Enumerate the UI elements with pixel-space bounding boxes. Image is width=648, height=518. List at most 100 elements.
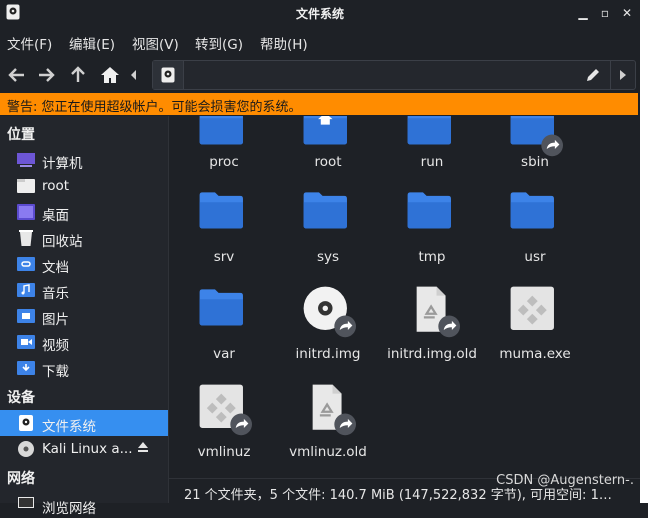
sidebar-item-browse-network[interactable]: 浏览网络 bbox=[0, 492, 168, 518]
desktop-edge bbox=[640, 0, 648, 503]
executable-link-icon bbox=[196, 381, 252, 437]
file-link-icon bbox=[404, 283, 460, 339]
folder-link-icon bbox=[507, 116, 563, 158]
drive-icon bbox=[161, 67, 175, 83]
file-item[interactable]: vmlinuz.old bbox=[276, 381, 380, 473]
file-item[interactable]: proc bbox=[172, 116, 276, 194]
file-item[interactable]: muma.exe bbox=[483, 283, 587, 375]
root-warning-banner: 警告: 您正在使用超级帐户。可能会损害您的系统。 bbox=[0, 93, 638, 115]
devices-header: 设备 bbox=[7, 390, 35, 406]
menu-edit[interactable]: 编辑(E) bbox=[69, 33, 115, 53]
menu-bar: 文件(F) 编辑(E) 视图(V) 转到(G) 帮助(H) bbox=[0, 28, 640, 54]
home-folder-icon bbox=[17, 179, 35, 193]
edit-pencil-icon[interactable] bbox=[585, 67, 601, 83]
desktop-icon bbox=[17, 204, 35, 220]
file-item[interactable]: tmp bbox=[380, 186, 484, 278]
home-folder-icon bbox=[300, 116, 356, 158]
drive-icon bbox=[19, 415, 33, 431]
folder-icon bbox=[196, 116, 252, 158]
maximize-icon[interactable]: ▫ bbox=[596, 4, 614, 22]
folder-icon bbox=[404, 186, 460, 242]
sidebar-item-filesystem[interactable]: 文件系统 bbox=[0, 410, 168, 436]
folder-icon bbox=[404, 116, 460, 158]
sidebar-item-desktop[interactable]: 桌面 bbox=[0, 199, 168, 225]
location-bar[interactable] bbox=[152, 60, 636, 90]
folder-icon bbox=[196, 283, 252, 339]
sidebar-item-videos[interactable]: 视频 bbox=[0, 329, 168, 355]
sidebar-item-label: 回收站 bbox=[42, 234, 83, 250]
file-link-icon bbox=[300, 381, 356, 437]
music-icon bbox=[17, 283, 35, 297]
file-name: usr bbox=[524, 249, 546, 265]
file-grid: proc root run sbin srv sys tmp usr var initrd.img… bbox=[169, 116, 640, 478]
sidebar-item-pictures[interactable]: 图片 bbox=[0, 303, 168, 329]
file-item[interactable]: usr bbox=[483, 186, 587, 278]
menu-go[interactable]: 转到(G) bbox=[195, 33, 243, 53]
sidebar-item-label: 图片 bbox=[42, 312, 69, 328]
file-name: sbin bbox=[521, 154, 549, 170]
file-item[interactable]: run bbox=[380, 116, 484, 194]
title-bar: 文件系统 ▁ ▫ ✕ bbox=[0, 0, 640, 26]
file-item[interactable]: var bbox=[172, 283, 276, 375]
forward-arrow-icon[interactable] bbox=[36, 65, 56, 85]
sidebar-item-documents[interactable]: 文档 bbox=[0, 251, 168, 277]
file-item[interactable]: sys bbox=[276, 186, 380, 278]
back-arrow-icon[interactable] bbox=[7, 65, 27, 85]
sidebar-item-trash[interactable]: 回收站 bbox=[0, 225, 168, 251]
home-icon[interactable] bbox=[100, 65, 120, 85]
menu-view[interactable]: 视图(V) bbox=[132, 33, 179, 53]
chevron-right-icon bbox=[620, 70, 626, 80]
sidebar-item-label: 浏览网络 bbox=[42, 501, 96, 517]
sidebar-item-label: 音乐 bbox=[42, 286, 69, 302]
file-item[interactable]: srv bbox=[172, 186, 276, 278]
file-item[interactable]: initrd.img bbox=[276, 283, 380, 375]
sidebar-item-label: 下载 bbox=[42, 364, 69, 380]
downloads-icon bbox=[17, 361, 35, 375]
network-header: 网络 bbox=[7, 471, 35, 487]
sidebar-item-label: 视频 bbox=[42, 338, 69, 354]
sidebar: 位置 计算机 root 桌面 回收站 文档 音乐 图片 视频 下载 设备 文件系… bbox=[0, 116, 168, 517]
sidebar-item-label: Kali Linux a... bbox=[42, 441, 133, 457]
sidebar-item-computer[interactable]: 计算机 bbox=[0, 147, 168, 173]
location-input[interactable] bbox=[186, 61, 586, 89]
up-arrow-icon[interactable] bbox=[68, 65, 88, 85]
documents-icon bbox=[17, 257, 35, 271]
sidebar-item-root[interactable]: root bbox=[0, 173, 168, 199]
sidebar-item-kali-disc[interactable]: Kali Linux a... bbox=[0, 436, 168, 462]
file-name: vmlinuz.old bbox=[289, 444, 367, 460]
network-icon bbox=[18, 497, 34, 508]
sidebar-item-downloads[interactable]: 下载 bbox=[0, 355, 168, 381]
places-header: 位置 bbox=[7, 127, 35, 143]
window-title: 文件系统 bbox=[295, 7, 344, 21]
file-item[interactable]: sbin bbox=[483, 116, 587, 194]
folder-icon bbox=[196, 186, 252, 242]
pictures-icon bbox=[17, 309, 35, 323]
sidebar-item-label: 桌面 bbox=[42, 208, 69, 224]
file-item[interactable]: initrd.img.old bbox=[380, 283, 484, 375]
menu-help[interactable]: 帮助(H) bbox=[260, 33, 308, 53]
sidebar-item-label: root bbox=[42, 178, 70, 194]
previous-path-icon[interactable] bbox=[128, 65, 140, 85]
sidebar-item-music[interactable]: 音乐 bbox=[0, 277, 168, 303]
watermark: CSDN @Augenstern-. bbox=[496, 473, 634, 488]
computer-icon bbox=[17, 153, 35, 167]
disc-image-link-icon bbox=[300, 283, 356, 339]
warning-text: 警告: 您正在使用超级帐户。可能会损害您的系统。 bbox=[7, 100, 302, 115]
root-crumb-button[interactable] bbox=[153, 61, 184, 89]
file-item[interactable]: vmlinuz bbox=[172, 381, 276, 473]
file-item[interactable]: root bbox=[276, 116, 380, 194]
sidebar-item-label: 计算机 bbox=[42, 156, 83, 172]
minimize-icon[interactable]: ▁ bbox=[574, 4, 592, 22]
sidebar-item-label: 文档 bbox=[42, 260, 69, 276]
trash-icon bbox=[19, 230, 33, 246]
optical-disc-icon bbox=[18, 441, 34, 457]
executable-icon bbox=[507, 283, 563, 339]
next-path-button[interactable] bbox=[610, 61, 635, 89]
folder-icon bbox=[300, 186, 356, 242]
videos-icon bbox=[17, 335, 35, 349]
sidebar-item-label: 文件系统 bbox=[42, 419, 96, 435]
menu-file[interactable]: 文件(F) bbox=[7, 33, 52, 53]
close-icon[interactable]: ✕ bbox=[618, 4, 636, 22]
eject-icon[interactable] bbox=[136, 440, 150, 454]
folder-icon bbox=[507, 186, 563, 242]
